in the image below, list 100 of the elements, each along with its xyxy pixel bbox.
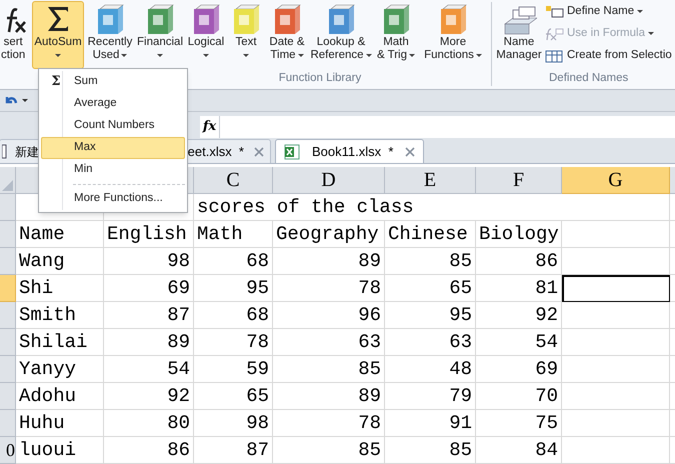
table-cell: 89 — [273, 383, 385, 410]
table-cell: 65 — [385, 275, 476, 302]
ribbon-command: Use in Formula — [545, 24, 672, 44]
function-icon — [545, 27, 564, 41]
ribbon-command[interactable]: Create from Selectio — [545, 46, 672, 66]
close-icon — [254, 146, 264, 156]
table-cell: 48 — [385, 356, 476, 383]
sigma-icon — [46, 5, 70, 33]
column-header[interactable] — [670, 167, 675, 194]
row-header[interactable]: 0 — [0, 437, 16, 464]
table-cell: 75 — [476, 410, 562, 437]
table-cell: 81 — [476, 275, 562, 302]
table-cell: 98 — [104, 248, 194, 275]
table-cell: 80 — [104, 410, 194, 437]
menu-item[interactable]: Average — [41, 93, 185, 115]
table-cell: 85 — [385, 437, 476, 464]
menu-item[interactable]: Min — [41, 159, 185, 181]
insert-function-button[interactable]: fx — [200, 116, 220, 138]
table-cell: 91 — [385, 410, 476, 437]
table-cell: Huhu — [16, 410, 104, 437]
table-cell: 84 — [476, 437, 562, 464]
book-icon — [381, 4, 411, 34]
table-cell: 85 — [273, 356, 385, 383]
table-cell: 78 — [273, 275, 385, 302]
table-cell: 68 — [194, 248, 273, 275]
ribbon-command[interactable]: Define Name — [545, 2, 672, 22]
ribbon-command[interactable]: More Functions — [420, 1, 486, 69]
book-icon — [326, 4, 356, 34]
column-header[interactable]: F — [476, 167, 562, 194]
table-cell: Adohu — [16, 383, 104, 410]
menu-item[interactable]: Count Numbers — [41, 115, 185, 137]
group-label: Function Library — [278, 71, 362, 86]
ribbon-command[interactable]: Recently Used — [86, 1, 134, 69]
menu-item[interactable]: More Functions... — [41, 188, 185, 210]
header-cell: Chinese — [385, 221, 476, 248]
document-icon — [2, 144, 7, 159]
table-cell: 95 — [194, 275, 273, 302]
table-cell: 59 — [194, 356, 273, 383]
sigma-icon: Σ — [51, 72, 61, 92]
ribbon-command[interactable]: Logical — [186, 1, 226, 69]
table-cell: 95 — [385, 302, 476, 329]
table-cell: Smith — [16, 302, 104, 329]
header-cell: Math — [194, 221, 273, 248]
book-icon — [145, 4, 175, 34]
table-cell: Yanyy — [16, 356, 104, 383]
row-header[interactable] — [0, 221, 16, 248]
spreadsheet-icon — [284, 144, 300, 160]
table-cell: Shilai — [16, 329, 104, 356]
table-cell: luoui — [16, 437, 104, 464]
row-header[interactable] — [0, 356, 16, 383]
ribbon-command[interactable]: Math & Trig — [374, 1, 418, 69]
table-cell: 92 — [476, 302, 562, 329]
row-header[interactable] — [0, 248, 16, 275]
table-cell: 79 — [385, 383, 476, 410]
header-cell: Name — [16, 221, 104, 248]
table-cell: 85 — [385, 248, 476, 275]
table-cell: 78 — [194, 329, 273, 356]
column-header[interactable]: E — [385, 167, 476, 194]
card-file-icon — [501, 6, 537, 36]
row-header[interactable] — [0, 302, 16, 329]
table-cell: 78 — [273, 410, 385, 437]
ribbon-command[interactable]: Name Manager — [493, 0, 545, 70]
table-cell: 86 — [476, 248, 562, 275]
book-icon — [95, 4, 125, 34]
menu-item[interactable]: Max — [41, 137, 185, 159]
formula-input-field[interactable] — [220, 116, 675, 138]
column-header[interactable]: G — [562, 167, 670, 194]
table-icon — [545, 49, 564, 63]
menu-item[interactable]: Σ Sum — [41, 71, 185, 93]
ribbon-command[interactable]: Text — [228, 1, 264, 69]
book-icon — [438, 4, 468, 34]
column-header[interactable]: D — [273, 167, 385, 194]
table-cell: 86 — [104, 437, 194, 464]
table-cell: 63 — [385, 329, 476, 356]
ribbon-command[interactable]: Financial — [136, 1, 184, 69]
close-icon — [405, 146, 416, 156]
ribbon-command[interactable]: sert ction — [0, 1, 30, 69]
row-header[interactable] — [0, 410, 16, 437]
row-header[interactable] — [0, 275, 16, 302]
table-cell: 89 — [273, 248, 385, 275]
table-cell: Wang — [16, 248, 104, 275]
title-cell: scores of the class — [194, 194, 562, 221]
column-header[interactable]: C — [194, 167, 273, 194]
row-header[interactable] — [0, 383, 16, 410]
ribbon-command[interactable]: Lookup & Reference — [310, 1, 372, 69]
document-tab[interactable]: Book11.xlsx * — [275, 139, 424, 163]
book-icon — [191, 4, 221, 34]
selected-cell[interactable] — [562, 275, 670, 302]
ribbon-command[interactable]: Date & Time — [266, 1, 308, 69]
row-header[interactable] — [0, 329, 16, 356]
table-cell: 87 — [104, 302, 194, 329]
table-cell: 63 — [273, 329, 385, 356]
table-cell: 70 — [476, 383, 562, 410]
row-header[interactable] — [0, 194, 16, 221]
autosum-button[interactable]: AutoSum — [32, 1, 84, 69]
dropdown-arrow-icon[interactable] — [22, 98, 28, 102]
table-cell: 69 — [104, 275, 194, 302]
table-cell: 96 — [273, 302, 385, 329]
header-cell: Biology — [476, 221, 562, 248]
group-label: Defined Names — [549, 72, 628, 84]
